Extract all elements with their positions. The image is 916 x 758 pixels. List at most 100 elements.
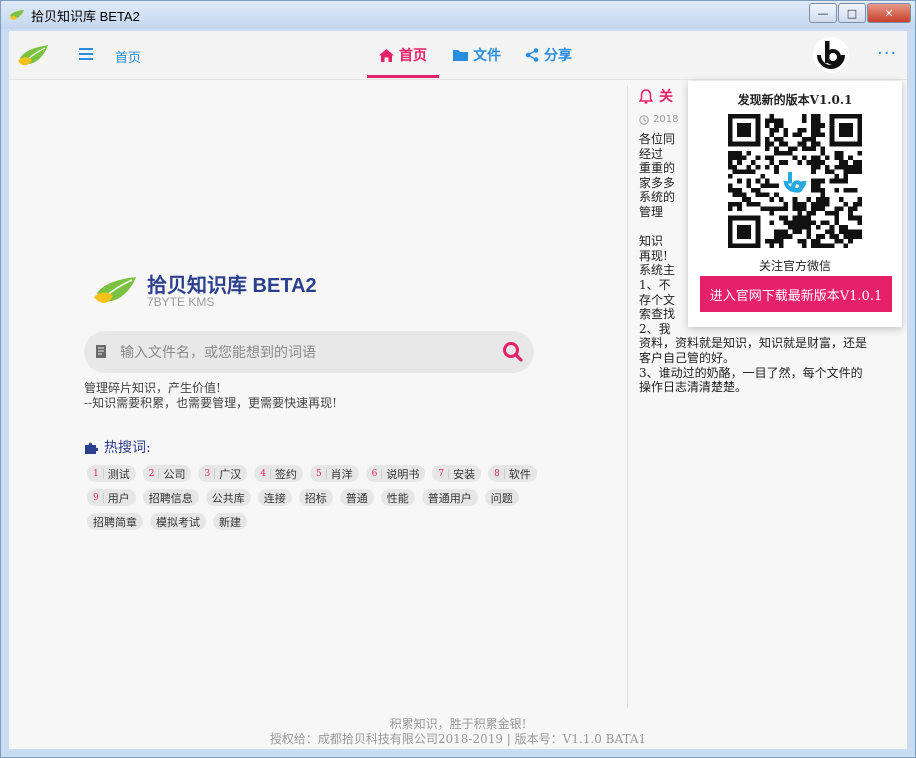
slogan: 管理碎片知识，产生价值! --知识需要积累，也需要管理，更需要快速再现!: [84, 381, 337, 411]
popup-follow-text: 关注官方微信: [758, 259, 831, 273]
hot-tag[interactable]: 2 公司: [142, 465, 192, 482]
notice-line: 操作日志清清楚楚。: [639, 380, 748, 395]
home-icon: [379, 48, 394, 62]
active-tab-indicator: [367, 75, 439, 78]
logo-leaf-icon[interactable]: [17, 43, 49, 69]
hot-tag-label: 普通: [345, 491, 368, 505]
app-leaf-icon: [10, 10, 24, 20]
document-icon: [96, 345, 106, 358]
hot-tag[interactable]: 6 说明书: [365, 465, 426, 482]
hot-tag-rank: 3: [204, 468, 216, 479]
hot-tag-label: 普通用户: [427, 491, 472, 505]
footer-license: 授权给：成都拾贝科技有限公司2018-2019 | 版本号：V1.1.0 BAT…: [269, 732, 647, 746]
share-icon: [525, 48, 539, 62]
hot-tag-label: 连接: [263, 491, 286, 505]
tab-files-label: 文件: [473, 48, 501, 64]
notice-title: 关: [659, 89, 673, 105]
hot-tag-label: 肖洋: [330, 467, 353, 481]
hot-searches-title: 热搜词:: [104, 440, 151, 456]
tab-share[interactable]: 分享: [525, 45, 572, 65]
hot-tag[interactable]: 4 签约: [254, 465, 303, 482]
hot-tag-label: 性能: [386, 491, 409, 505]
hamburger-menu-icon[interactable]: [79, 48, 93, 60]
slogan-line-2: --知识需要积累，也需要管理，更需要快速再现!: [84, 396, 337, 410]
hot-tag-label: 测试: [107, 467, 130, 481]
hot-tag-rank: 2: [149, 468, 160, 479]
puzzle-icon: [85, 442, 98, 454]
bell-icon: [639, 88, 653, 104]
close-button[interactable]: ✕: [867, 3, 911, 23]
hot-tag-label: 新建: [219, 515, 241, 529]
hot-tag-label: 软件: [508, 467, 531, 481]
hot-tag-label: 用户: [107, 491, 130, 505]
hot-tags: 1 测试 2 公司 3 广汉 4 签约 5 肖洋 6 说明书 7 安装 8 软件 9 用户 招聘信息 公共库 连接 招标普…: [87, 465, 547, 530]
app-client-area: 首页 首页 文件 分享 ··· 拾贝知识库 BETA2 7BYTE KMS 输入…: [9, 31, 907, 749]
folder-icon: [453, 50, 468, 61]
hot-tag[interactable]: 9 用户: [87, 489, 136, 506]
brand-subtitle: 7BYTE KMS: [147, 295, 215, 309]
hot-searches-heading: 热搜词:: [84, 437, 151, 457]
hot-tag[interactable]: 招聘简章: [87, 513, 143, 530]
hot-tag[interactable]: 招标: [298, 489, 333, 506]
notice-line: 资料，资料就是知识，知识就是财富，还是: [639, 336, 868, 351]
wechat-qr-code: [728, 114, 862, 248]
title-bar[interactable]: 拾贝知识库 BETA2 — □ ✕: [1, 1, 915, 29]
notice-line: 客户自己管的好。: [639, 350, 736, 365]
maximize-button[interactable]: □: [838, 3, 866, 23]
hot-tag[interactable]: 5 肖洋: [309, 465, 359, 482]
tab-home[interactable]: 首页: [379, 45, 427, 65]
brand-title: 拾贝知识库 BETA2: [147, 275, 317, 297]
hot-tag-rank: 6: [372, 468, 383, 479]
hot-tag-label: 签约: [274, 467, 297, 481]
notice-date-text: 2018: [653, 114, 679, 125]
hot-tag-label: 问题: [490, 491, 513, 505]
hot-tag-rank: 1: [93, 468, 104, 479]
tab-home-label: 首页: [399, 48, 427, 64]
hot-tag-label: 说明书: [386, 467, 420, 481]
hot-tag[interactable]: 7 安装: [432, 465, 482, 482]
hot-tag-rank: 5: [316, 468, 327, 479]
search-input[interactable]: [118, 341, 482, 365]
more-options-icon[interactable]: ···: [877, 43, 897, 64]
hot-tag[interactable]: 性能: [380, 489, 415, 506]
hot-tag[interactable]: 3 广汉: [198, 465, 248, 482]
brand-leaf-icon: [94, 277, 136, 303]
tab-share-label: 分享: [544, 48, 572, 64]
hot-tag[interactable]: 问题: [484, 489, 519, 506]
tab-files[interactable]: 文件: [453, 45, 501, 65]
hot-tag-rank: 4: [260, 468, 271, 479]
notice-line: 3、谁动过的奶酪，一目了然，每个文件的: [639, 365, 863, 380]
breadcrumb-home-link[interactable]: 首页: [115, 47, 141, 66]
hot-tag[interactable]: 招聘信息: [142, 489, 199, 506]
hot-tag[interactable]: 普通用户: [421, 489, 478, 506]
footer: 积累知识，胜于积累金银! 授权给：成都拾贝科技有限公司2018-2019 | 版…: [9, 717, 907, 747]
hot-tag-label: 广汉: [219, 467, 242, 481]
avatar[interactable]: [812, 36, 850, 74]
hot-tag-label: 安装: [453, 467, 476, 481]
update-popup: 发现新的版本V1.0.1 关注官方微信 进入官网下载最新版本V1.0.1: [688, 81, 902, 327]
top-navbar: 首页 首页 文件 分享 ···: [9, 31, 907, 80]
hot-tag-rank: 7: [438, 468, 450, 479]
minimize-button[interactable]: —: [809, 3, 837, 23]
hot-tag[interactable]: 8 软件: [488, 465, 537, 482]
download-latest-button[interactable]: 进入官网下载最新版本V1.0.1: [700, 276, 892, 312]
popup-title: 发现新的版本V1.0.1: [737, 93, 853, 107]
hot-tag-rank: 9: [93, 492, 104, 503]
app-window: 拾贝知识库 BETA2 — □ ✕ 首页 首页 文件 分享 ··· 拾贝知识库 …: [0, 0, 916, 758]
hot-tag[interactable]: 新建: [213, 513, 247, 530]
window-title: 拾贝知识库 BETA2: [31, 9, 140, 24]
hot-tag[interactable]: 公共库: [205, 489, 251, 506]
hot-tag[interactable]: 1 测试: [87, 465, 136, 482]
hot-tag[interactable]: 连接: [257, 489, 292, 506]
hot-tag[interactable]: 模拟考试: [150, 513, 206, 530]
slogan-line-1: 管理碎片知识，产生价值!: [84, 381, 221, 395]
hot-tag[interactable]: 普通: [339, 489, 374, 506]
hot-tag-label: 公司: [163, 467, 186, 481]
clock-icon: [639, 114, 649, 125]
hot-tag-label: 模拟考试: [156, 515, 200, 529]
search-icon[interactable]: [502, 341, 524, 363]
hot-tag-label: 招聘简章: [93, 515, 137, 529]
window-controls: — □ ✕: [809, 3, 911, 23]
column-divider: [627, 86, 628, 708]
hot-tag-label: 招聘信息: [148, 491, 193, 505]
